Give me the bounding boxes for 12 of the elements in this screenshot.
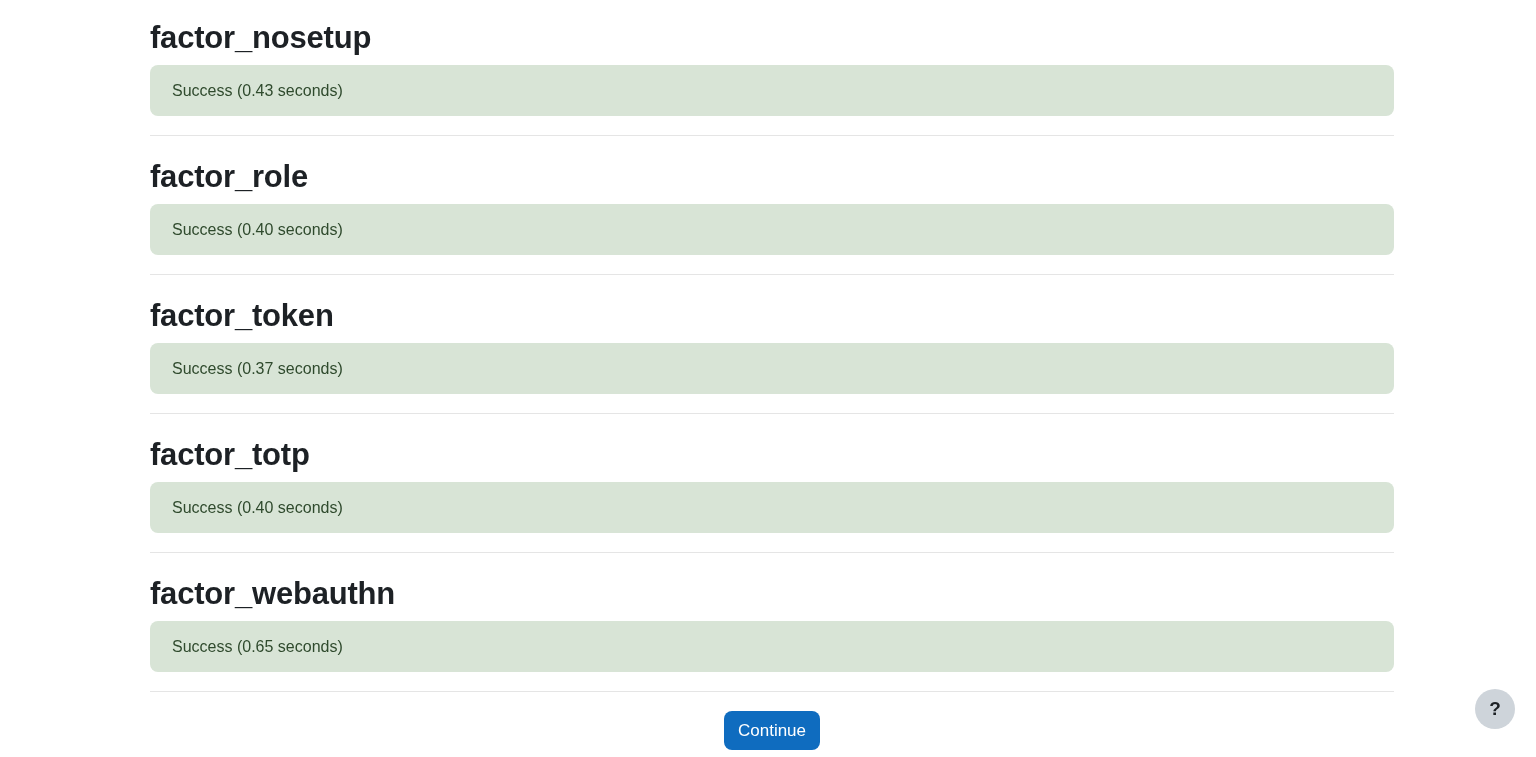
section-heading: factor_nosetup — [150, 19, 372, 57]
success-alert: Success (0.37 seconds) — [150, 343, 1394, 394]
help-button[interactable]: ? — [1475, 689, 1515, 729]
success-alert: Success (0.40 seconds) — [150, 482, 1394, 533]
success-alert: Success (0.40 seconds) — [150, 204, 1394, 255]
continue-button[interactable]: Continue — [723, 711, 821, 750]
section-heading: factor_token — [150, 297, 334, 335]
success-alert: Success (0.65 seconds) — [150, 621, 1394, 672]
section-heading: factor_webauthn — [150, 575, 396, 613]
success-alert: Success (0.43 seconds) — [150, 65, 1394, 116]
section-heading: factor_totp — [150, 436, 310, 474]
section-heading: factor_role — [150, 158, 309, 196]
